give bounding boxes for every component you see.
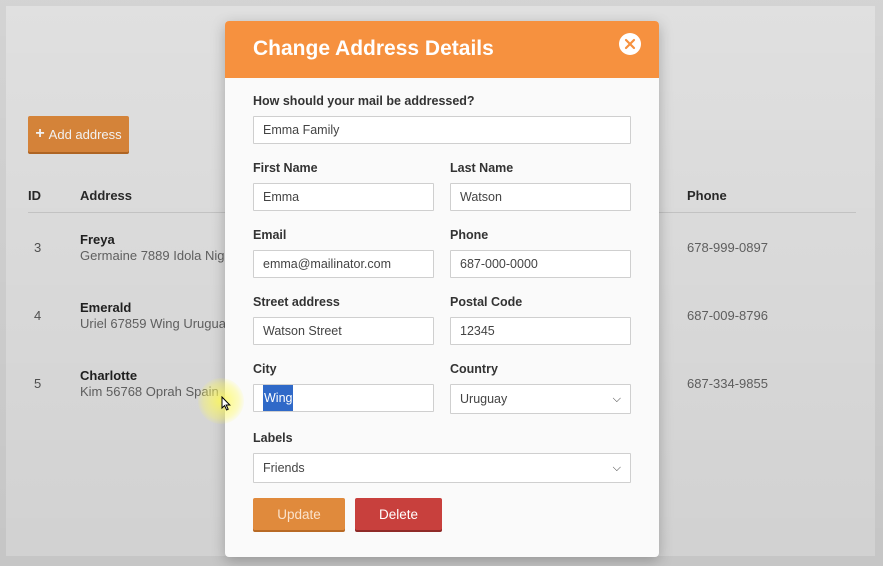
street-value: Watson Street (263, 324, 342, 338)
chevron-down-icon: ⌵ (612, 462, 621, 474)
modal-header: Change Address Details (225, 21, 659, 78)
column-header-id: ID (28, 188, 41, 203)
row-id: 4 (34, 308, 42, 323)
modal-title: Change Address Details (253, 37, 494, 60)
last-name-input[interactable]: Watson (450, 183, 631, 211)
plus-icon: + (35, 125, 45, 142)
email-input[interactable]: emma@mailinator.com (253, 250, 434, 278)
city-label: City (253, 362, 277, 376)
phone-value: 687-000-0000 (460, 257, 538, 271)
addressed-value: Emma Family (263, 123, 340, 137)
change-address-modal: Change Address Details How should your m… (225, 21, 659, 557)
postal-code-label: Postal Code (450, 295, 523, 309)
row-name: Emerald (80, 300, 132, 315)
email-value: emma@mailinator.com (263, 257, 392, 271)
delete-button[interactable]: Delete (355, 498, 442, 530)
mouse-cursor-icon (221, 396, 231, 411)
street-label: Street address (253, 295, 340, 309)
city-input[interactable]: Wing (253, 384, 434, 412)
close-icon (624, 38, 636, 50)
first-name-label: First Name (253, 161, 318, 175)
last-name-label: Last Name (450, 161, 514, 175)
street-input[interactable]: Watson Street (253, 317, 434, 345)
row-name: Freya (80, 232, 115, 247)
row-phone: 687-009-8796 (687, 308, 768, 323)
first-name-input[interactable]: Emma (253, 183, 434, 211)
column-header-address: Address (80, 188, 133, 203)
phone-label: Phone (450, 228, 489, 242)
country-value: Uruguay (460, 392, 508, 406)
row-name: Charlotte (80, 368, 138, 383)
add-address-label: Add address (48, 126, 122, 142)
row-phone: 678-999-0897 (687, 240, 768, 255)
phone-input[interactable]: 687-000-0000 (450, 250, 631, 278)
addressed-input[interactable]: Emma Family (253, 116, 631, 144)
addressed-label: How should your mail be addressed? (253, 94, 475, 108)
country-label: Country (450, 362, 498, 376)
labels-value: Friends (263, 461, 305, 475)
postal-code-value: 12345 (460, 324, 495, 338)
row-id: 5 (34, 376, 42, 391)
postal-code-input[interactable]: 12345 (450, 317, 631, 345)
row-id: 3 (34, 240, 42, 255)
city-value-selected: Wing (263, 385, 294, 411)
email-label: Email (253, 228, 287, 242)
labels-select[interactable]: Friends ⌵ (253, 453, 631, 483)
close-button[interactable] (619, 33, 641, 55)
last-name-value: Watson (460, 190, 502, 204)
first-name-value: Emma (263, 190, 300, 204)
column-header-phone: Phone (687, 188, 727, 203)
labels-label: Labels (253, 431, 293, 445)
row-phone: 687-334-9855 (687, 376, 768, 391)
add-address-button[interactable]: + Add address (28, 116, 129, 152)
chevron-down-icon: ⌵ (612, 393, 621, 405)
row-address: Uriel 67859 Wing Uruguay (80, 316, 233, 331)
update-button[interactable]: Update (253, 498, 345, 530)
country-select[interactable]: Uruguay ⌵ (450, 384, 631, 414)
row-address: Germaine 7889 Idola Niger (80, 248, 237, 263)
